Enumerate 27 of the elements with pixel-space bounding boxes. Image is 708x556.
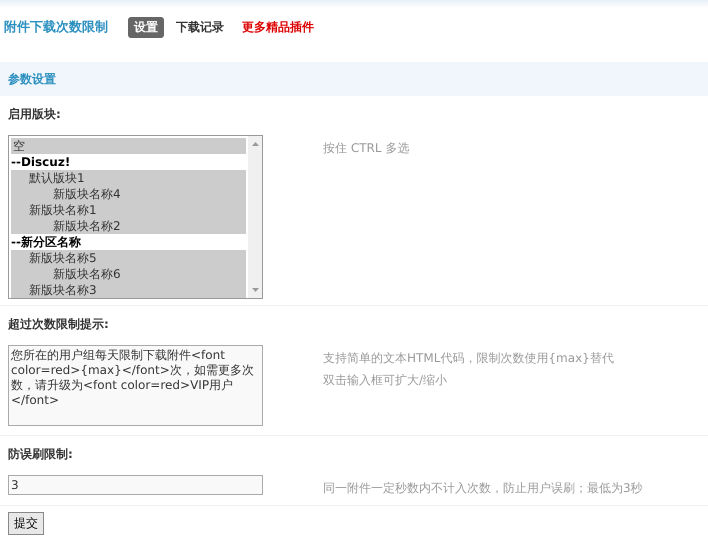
setting-label: 防误刷限制: xyxy=(7,446,74,463)
message-textarea[interactable]: 您所在的用户组每天限制下载附件<font color=red>{max}</font>次，如需更多次数，请升级为<font color=red>VIP用户</font> xyxy=(8,345,263,426)
seconds-input[interactable]: 3 xyxy=(8,475,263,495)
plugins-link[interactable]: 更多精品插件 xyxy=(242,18,314,36)
submit-button[interactable]: 提交 xyxy=(8,512,44,535)
setting-label: 启用版块: xyxy=(7,106,62,123)
setting-label: 超过次数限制提示: xyxy=(7,316,110,333)
scrollbar[interactable] xyxy=(248,136,262,298)
list-option[interactable]: 新版块名称3 xyxy=(11,282,246,298)
hint-text: 支持简单的文本HTML代码，限制次数使用{max}替代 xyxy=(323,350,614,367)
tab[interactable]: 下载记录 xyxy=(170,16,230,38)
list-option[interactable]: 新版块名称5 xyxy=(11,250,246,266)
list-option[interactable]: 新版块名称2 xyxy=(11,218,246,234)
section-title: 参数设置 xyxy=(8,70,56,88)
hint-text: 按住 CTRL 多选 xyxy=(323,140,410,157)
list-option[interactable]: 空 xyxy=(11,138,246,154)
scroll-down-icon[interactable] xyxy=(252,288,258,292)
page-title: 附件下载次数限制 xyxy=(4,19,108,36)
list-option[interactable]: 默认版块1 xyxy=(11,170,246,186)
forum-listbox[interactable]: 空 --Discuz! 默认版块1 新版块名称4 新版块名称1 新版块名称2 --新分区名称 新版块名称5 新版块名称6 新版块名称3 xyxy=(8,135,263,299)
list-option[interactable]: 新版块名称1 xyxy=(11,202,246,218)
hint-text: 双击输入框可扩大/缩小 xyxy=(323,372,448,389)
scroll-up-icon[interactable] xyxy=(252,142,258,146)
tab[interactable]: 设置 xyxy=(128,16,164,38)
hint-text: 同一附件一定秒数内不计入次数，防止用户误刷；最低为3秒 xyxy=(323,480,643,497)
list-option[interactable]: 新版块名称4 xyxy=(11,186,246,202)
list-option[interactable]: 新版块名称6 xyxy=(11,266,246,282)
